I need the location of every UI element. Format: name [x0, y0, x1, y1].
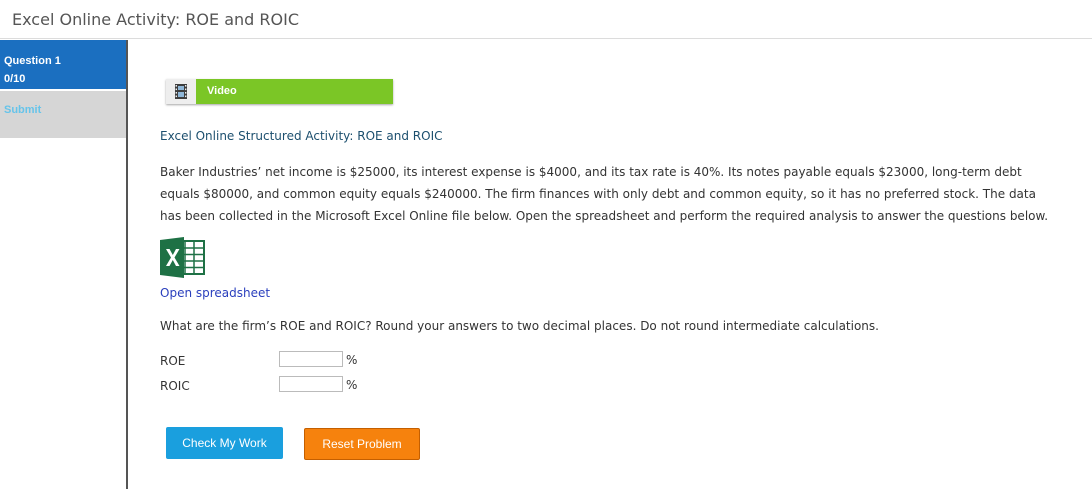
page-title: Excel Online Activity: ROE and ROIC [12, 10, 300, 29]
check-my-work-button[interactable]: Check My Work [166, 427, 283, 459]
question-score: 0/10 [4, 73, 26, 85]
activity-heading: Excel Online Structured Activity: ROE an… [160, 129, 443, 143]
sidebar: Question 1 0/10 Submit [0, 40, 128, 489]
roe-input[interactable] [279, 351, 343, 367]
question-text: What are the firm’s ROE and ROIC? Round … [160, 319, 879, 333]
video-label: Video [207, 85, 237, 97]
reset-problem-button[interactable]: Reset Problem [304, 428, 420, 460]
roic-input[interactable] [279, 376, 343, 392]
roic-percent-unit: % [346, 378, 358, 392]
open-spreadsheet-link[interactable]: Open spreadsheet [160, 286, 270, 300]
roe-percent-unit: % [346, 353, 358, 367]
problem-description: Baker Industries’ net income is $25000, … [160, 165, 1049, 223]
excel-icon[interactable] [160, 237, 206, 278]
film-icon [166, 79, 196, 104]
sidebar-item-question-1[interactable]: Question 1 0/10 [0, 40, 126, 89]
roic-label: ROIC [160, 379, 190, 393]
title-bar: Excel Online Activity: ROE and ROIC [0, 0, 1092, 39]
roe-label: ROE [160, 354, 186, 368]
sidebar-submit[interactable]: Submit [0, 90, 126, 138]
video-button[interactable]: Video [166, 79, 393, 104]
question-label: Question 1 [4, 55, 61, 67]
